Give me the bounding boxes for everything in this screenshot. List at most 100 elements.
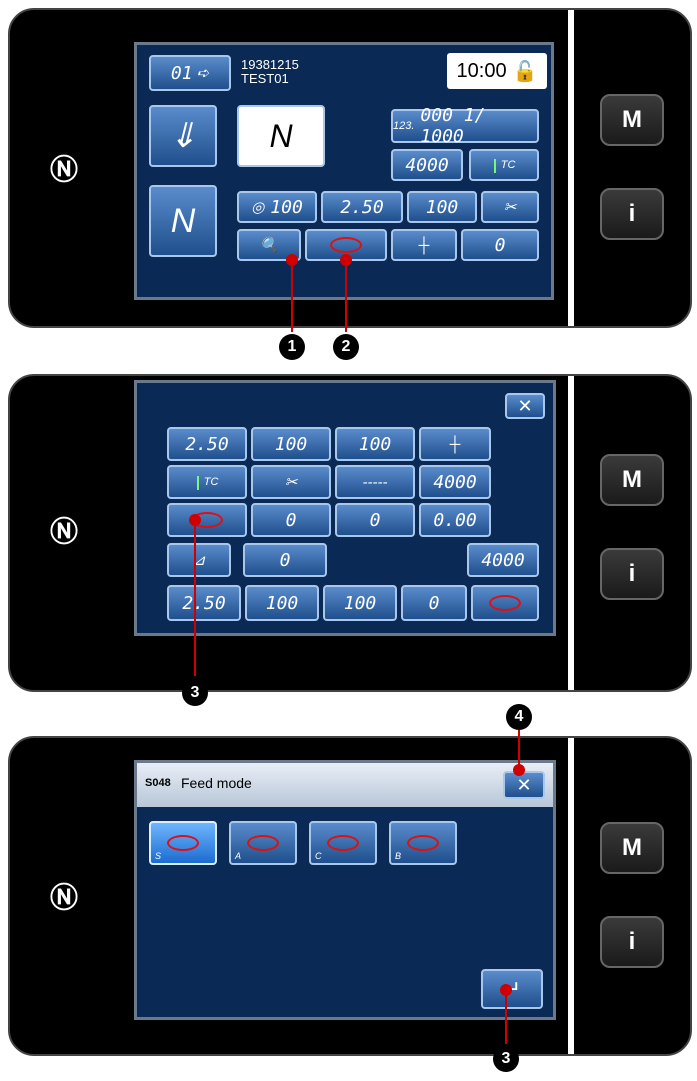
info-button[interactable]: i bbox=[600, 548, 664, 600]
pitch-button[interactable]: 2.50 bbox=[167, 427, 247, 461]
device-panel-1: Ⓝ 01 ➪ 19381215 TEST01 10:00 🔓 ⇓ N 123. 000… bbox=[8, 8, 692, 328]
param-a-button[interactable]: ⊿ bbox=[167, 543, 231, 577]
callout-lead-3 bbox=[194, 522, 196, 676]
bobbin-2-button[interactable]: 4000 bbox=[467, 543, 539, 577]
screen-3: S048 Feed mode ✕ S A C B ↵ bbox=[134, 760, 556, 1020]
bobbin-counter-button[interactable]: 4000 bbox=[391, 149, 463, 181]
bobbin-value: 4000 bbox=[405, 154, 449, 176]
callout-lead-2 bbox=[345, 262, 347, 332]
nfc-icon: Ⓝ bbox=[50, 153, 79, 186]
feed-mode-s-icon bbox=[167, 835, 199, 851]
info-label: i bbox=[628, 928, 636, 955]
tension-value: 100 bbox=[270, 196, 303, 218]
r5-pitch-button[interactable]: 2.50 bbox=[167, 585, 241, 621]
stitch-type-1-button[interactable]: ⇓ bbox=[149, 105, 217, 167]
callout-lead-3b bbox=[505, 992, 507, 1044]
pattern-button[interactable]: 01 ➪ bbox=[149, 55, 231, 91]
close-button[interactable]: ✕ bbox=[503, 771, 545, 799]
callout-dot-4 bbox=[513, 764, 525, 776]
close-icon: ✕ bbox=[516, 774, 532, 795]
feed-mode-c-icon bbox=[327, 835, 359, 851]
trimmer-button[interactable]: ✂ bbox=[251, 465, 331, 499]
counter-button[interactable]: 123. 000 1/ 1000 bbox=[391, 105, 539, 147]
tension-button[interactable]: 100 bbox=[251, 427, 331, 461]
r5-feed-mode-button[interactable] bbox=[471, 585, 539, 621]
pitch-2-value: 0.00 bbox=[433, 509, 477, 531]
lock-icon: 🔓 bbox=[512, 60, 538, 83]
feed-mode-button[interactable] bbox=[167, 503, 247, 537]
pattern-code: 19381215 bbox=[241, 57, 299, 72]
offset-1-value: 0 bbox=[285, 509, 297, 531]
thread-clamp-button[interactable]: | TC bbox=[469, 149, 539, 181]
feed-mode-b-icon bbox=[407, 835, 439, 851]
needle-button[interactable]: ┼ bbox=[419, 427, 491, 461]
callout-3b: 3 bbox=[493, 1046, 519, 1072]
panel-divider bbox=[568, 738, 574, 1054]
pitch-2-button[interactable]: 0.00 bbox=[419, 503, 491, 537]
needle-button[interactable]: ┼ bbox=[391, 229, 457, 261]
scissors-icon: ✂ bbox=[503, 199, 517, 216]
device-panel-2: Ⓝ ✕ 2.50 100 100 ┼ | TC ✂ ----- 4000 0 0 … bbox=[8, 374, 692, 692]
enter-button[interactable]: ↵ bbox=[481, 969, 543, 1009]
info-button[interactable]: i bbox=[600, 916, 664, 968]
stitch-type-3-button[interactable]: N bbox=[149, 185, 217, 257]
feed-mode-s-label: S bbox=[155, 851, 162, 861]
presser-value: 100 bbox=[358, 433, 392, 455]
info-button[interactable]: i bbox=[600, 188, 664, 240]
clock-display: 10:00 🔓 bbox=[447, 53, 547, 89]
callout-lead-4 bbox=[518, 730, 520, 766]
feed-mode-icon bbox=[330, 237, 362, 253]
tc-label: TC bbox=[203, 476, 219, 488]
callout-2: 2 bbox=[333, 334, 359, 360]
feed-mode-icon bbox=[489, 595, 521, 611]
close-button[interactable]: ✕ bbox=[505, 393, 545, 419]
tension-value: 100 bbox=[274, 433, 308, 455]
thread-clamp-button[interactable]: | TC bbox=[167, 465, 247, 499]
info-label: i bbox=[628, 560, 636, 587]
dialog-title-code: S048 bbox=[145, 777, 171, 789]
callout-1: 1 bbox=[279, 334, 305, 360]
pitch-button[interactable]: 2.50 bbox=[321, 191, 403, 223]
offset-1-button[interactable]: 0 bbox=[251, 503, 331, 537]
feed-mode-a-button[interactable]: A bbox=[229, 821, 297, 865]
trimmer-button[interactable]: ✂ bbox=[481, 191, 539, 223]
panel-divider bbox=[568, 376, 574, 690]
feed-mode-c-label: C bbox=[315, 851, 322, 861]
stitch-line-button[interactable]: ----- bbox=[335, 465, 415, 499]
pitch-value: 2.50 bbox=[185, 433, 229, 455]
presser-button[interactable]: 100 bbox=[335, 427, 415, 461]
tension-button[interactable]: ◎ 100 bbox=[237, 191, 317, 223]
bobbin-counter-button[interactable]: 4000 bbox=[419, 465, 491, 499]
feed-mode-b-button[interactable]: B bbox=[389, 821, 457, 865]
r5-presser-value: 100 bbox=[343, 592, 377, 614]
dialog-title-bar: S048 Feed mode bbox=[137, 763, 553, 807]
feed-mode-c-button[interactable]: C bbox=[309, 821, 377, 865]
offset-button[interactable]: 0 bbox=[461, 229, 539, 261]
bobbin-2-value: 4000 bbox=[481, 549, 525, 571]
feed-mode-a-label: A bbox=[235, 851, 242, 861]
m-button[interactable]: M bbox=[600, 454, 664, 506]
dialog-title: Feed mode bbox=[181, 775, 252, 791]
param-b-value: 0 bbox=[279, 549, 291, 571]
param-b-button[interactable]: 0 bbox=[243, 543, 327, 577]
offset-2-button[interactable]: 0 bbox=[335, 503, 415, 537]
presser-value: 100 bbox=[425, 196, 459, 218]
m-button[interactable]: M bbox=[600, 822, 664, 874]
feed-mode-a-icon bbox=[247, 835, 279, 851]
stitch-type-2-button[interactable]: N bbox=[237, 105, 325, 167]
offset-value: 0 bbox=[494, 234, 506, 256]
feed-mode-s-button[interactable]: S bbox=[149, 821, 217, 865]
r5-offset-button[interactable]: 0 bbox=[401, 585, 467, 621]
m-button[interactable]: M bbox=[600, 94, 664, 146]
m-label: M bbox=[622, 834, 642, 861]
callout-lead-1 bbox=[291, 262, 293, 332]
pitch-value: 2.50 bbox=[340, 196, 384, 218]
tc-label: TC bbox=[500, 159, 516, 171]
r5-offset-value: 0 bbox=[428, 592, 440, 614]
r5-presser-button[interactable]: 100 bbox=[323, 585, 397, 621]
pattern-name: TEST01 bbox=[241, 71, 289, 86]
r5-tension-button[interactable]: 100 bbox=[245, 585, 319, 621]
presser-button[interactable]: 100 bbox=[407, 191, 477, 223]
nfc-icon: Ⓝ bbox=[50, 881, 79, 914]
scissors-icon: ✂ bbox=[284, 474, 298, 491]
